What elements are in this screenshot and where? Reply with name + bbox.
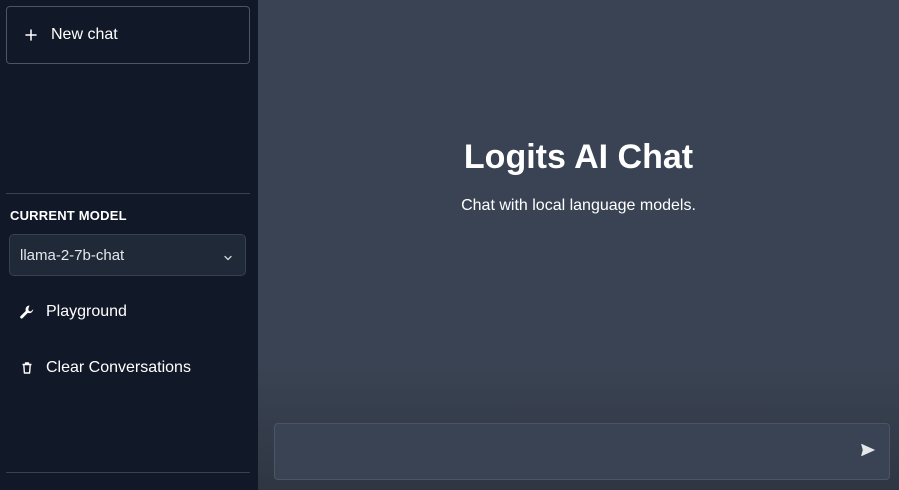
send-icon: [860, 442, 876, 463]
send-button[interactable]: [859, 443, 877, 461]
chat-main: Logits AI Chat Chat with local language …: [258, 0, 899, 490]
page-subtitle: Chat with local language models.: [461, 197, 696, 214]
sidebar-item-clear-conversations[interactable]: Clear Conversations: [10, 348, 248, 388]
sidebar-item-playground[interactable]: Playground: [10, 292, 248, 332]
chevron-down-icon: [223, 250, 233, 261]
wrench-icon: [18, 303, 36, 321]
message-input[interactable]: [275, 424, 835, 479]
plus-icon: [23, 27, 39, 43]
chat-composer: [274, 423, 890, 480]
sidebar-divider: [6, 472, 250, 473]
sidebar-item-label: Clear Conversations: [46, 359, 191, 376]
sidebar: New chat CURRENT MODEL llama-2-7b-chat P…: [0, 0, 258, 490]
sidebar-divider: [6, 193, 250, 194]
model-select[interactable]: llama-2-7b-chat: [9, 234, 246, 276]
current-model-heading: CURRENT MODEL: [10, 208, 127, 223]
sidebar-item-label: Playground: [46, 303, 127, 320]
trash-icon: [18, 359, 36, 377]
model-select-value: llama-2-7b-chat: [20, 246, 125, 264]
new-chat-button[interactable]: New chat: [6, 6, 250, 64]
page-title: Logits AI Chat: [463, 138, 694, 176]
new-chat-label: New chat: [51, 26, 118, 43]
